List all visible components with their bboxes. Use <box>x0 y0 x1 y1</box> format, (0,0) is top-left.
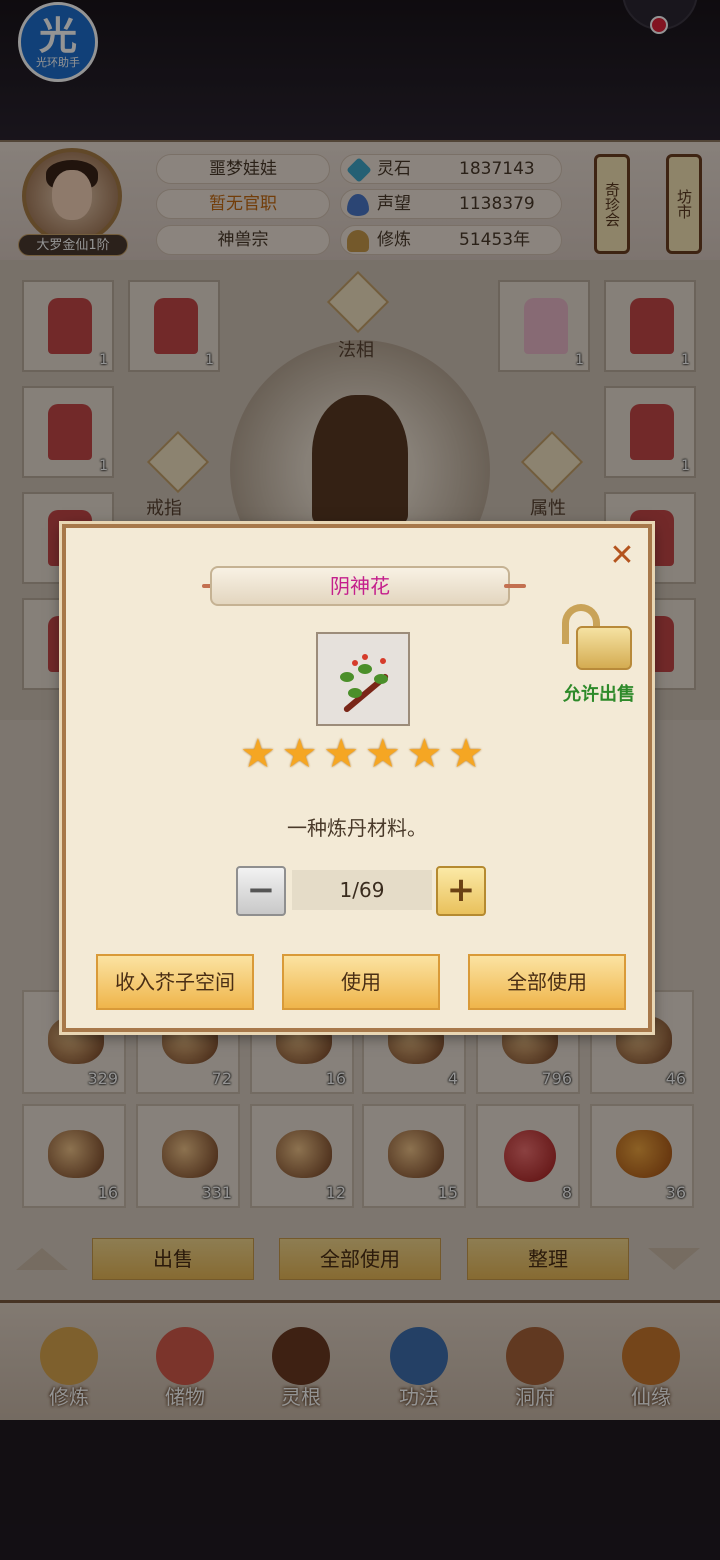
star-icon: ★ <box>240 731 276 777</box>
item-image <box>316 632 410 726</box>
star-icon: ★ <box>281 731 318 777</box>
sell-status-label: 允许出售 <box>563 684 635 705</box>
berry-icon <box>362 654 368 660</box>
star-icon: ★ <box>323 731 360 777</box>
close-icon[interactable]: ✕ <box>606 540 638 572</box>
unlock-icon[interactable] <box>558 602 638 678</box>
increase-quantity-button[interactable]: + <box>436 866 486 916</box>
item-rating-stars: ★ ★ ★ ★ ★ ★ <box>240 734 484 774</box>
lock-body <box>576 626 632 670</box>
quantity-display: 1/69 <box>292 870 432 910</box>
item-description: 一种炼丹材料。 <box>287 816 427 840</box>
star-icon: ★ <box>364 731 401 777</box>
star-icon: ★ <box>406 731 443 777</box>
leaf-icon <box>340 672 354 682</box>
store-to-space-button[interactable]: 收入芥子空间 <box>96 954 254 1010</box>
leaf-icon <box>374 674 388 684</box>
decrease-quantity-button[interactable]: − <box>236 866 286 916</box>
banner-ornament-right <box>504 584 526 588</box>
berry-icon <box>380 658 386 664</box>
item-name-title: 阴神花 <box>210 566 510 606</box>
berry-icon <box>352 660 358 666</box>
leaf-icon <box>348 688 362 698</box>
use-all-dialog-button[interactable]: 全部使用 <box>468 954 626 1010</box>
star-icon: ★ <box>448 731 484 777</box>
item-detail-dialog: ✕ 阴神花 允许出售 ★ ★ ★ ★ ★ ★ 一种炼丹材料。 − 1/69 + 收入芥子空… <box>62 524 652 1032</box>
leaf-icon <box>358 664 372 674</box>
use-button[interactable]: 使用 <box>282 954 440 1010</box>
